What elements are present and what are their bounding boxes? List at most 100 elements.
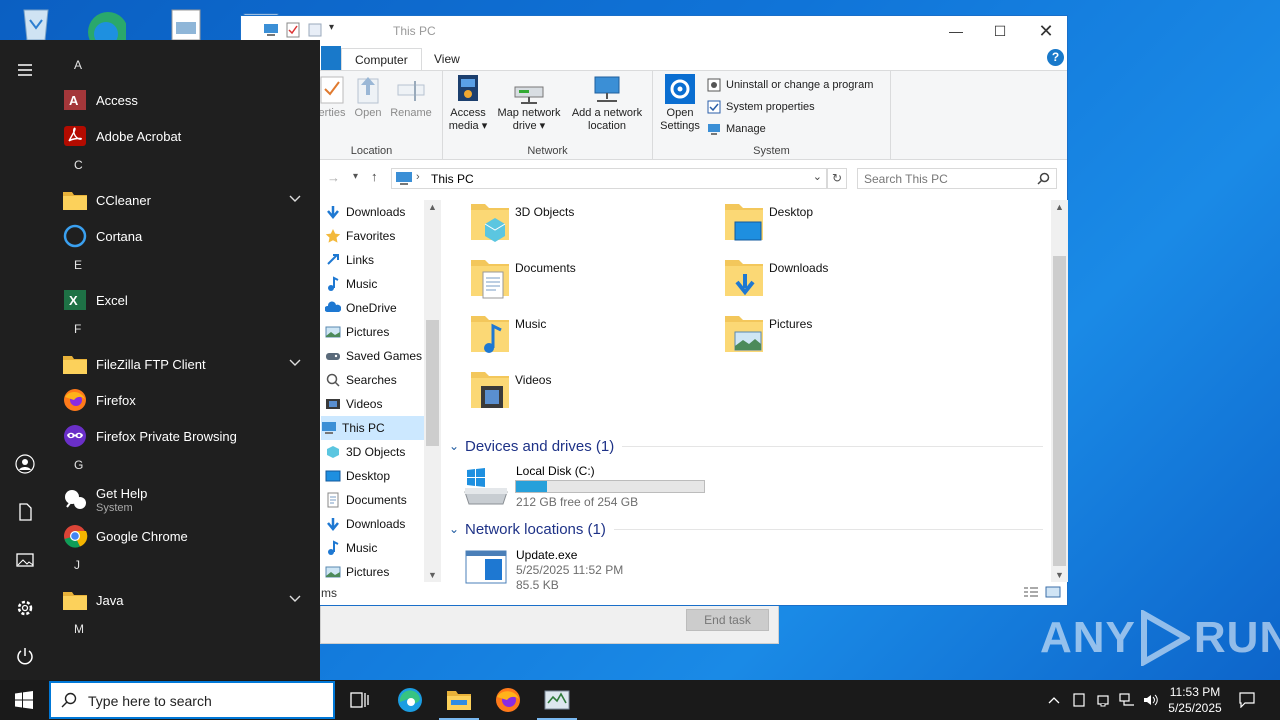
details-view-icon[interactable] [1023,586,1039,601]
letter-header-e[interactable]: E [74,258,82,272]
folder-pictures[interactable]: Pictures [723,312,963,364]
minimize-button[interactable]: — [933,16,979,46]
nav-item-music-2[interactable]: Music [321,536,425,560]
add-network-location-button[interactable]: Add a network location [567,73,647,133]
nav-scrollbar[interactable]: ▲ ▼ [424,200,441,582]
help-button[interactable]: ? [1047,49,1064,66]
address-bar[interactable]: › This PC ⌄ [391,168,827,189]
chevron-down-icon[interactable] [288,192,302,206]
image-file-desktop-icon[interactable] [170,6,210,41]
tray-meet-icon[interactable] [1092,680,1114,720]
recycle-bin-icon[interactable] [16,6,56,41]
action-center-button[interactable] [1234,680,1260,720]
recent-locations-button[interactable]: ▾ [353,171,358,182]
tab-file[interactable] [321,46,341,70]
chevron-down-icon[interactable] [288,356,302,370]
search-input[interactable]: Search This PC [857,168,1057,189]
volume-button[interactable] [1140,680,1162,720]
end-task-button[interactable]: End task [686,609,769,631]
start-app-access[interactable]: A Access [62,84,312,116]
taskbar-edge[interactable] [386,680,434,720]
taskbar-file-explorer[interactable] [435,680,483,720]
maximize-button[interactable]: ☐ [977,16,1023,46]
taskbar-firefox[interactable] [484,680,532,720]
nav-item-links[interactable]: Links [321,248,425,272]
nav-item-music[interactable]: Music [321,272,425,296]
tab-computer[interactable]: Computer [341,48,422,70]
settings-gear-icon[interactable] [15,598,35,618]
start-app-google-chrome[interactable]: Google Chrome [62,520,312,552]
scroll-up-arrow[interactable]: ▲ [1051,202,1068,212]
properties-icon[interactable] [285,22,301,38]
tab-view[interactable]: View [421,48,473,70]
power-icon[interactable] [15,646,35,666]
open-settings-button[interactable]: Open Settings [657,73,703,133]
nav-item-3d-objects[interactable]: 3D Objects [321,440,425,464]
task-view-button[interactable] [336,680,384,720]
nav-item-pictures[interactable]: Pictures [321,320,425,344]
customize-qat-icon[interactable]: ▾ [329,22,345,38]
nav-item-favorites[interactable]: Favorites [321,224,425,248]
folder-downloads[interactable]: Downloads [723,256,963,308]
drive-c[interactable]: Local Disk (C:) 212 GB free of 254 GB [463,462,763,512]
start-app-excel[interactable]: X Excel [62,284,312,316]
scroll-thumb[interactable] [1053,256,1066,566]
nav-item-this-pc[interactable]: This PC [321,416,425,440]
start-app-filezilla-ftp-client[interactable]: FileZilla FTP Client [62,348,312,380]
user-account-icon[interactable] [15,454,35,474]
letter-header-j[interactable]: J [74,558,80,572]
refresh-button[interactable]: ↻ [827,168,847,189]
start-button[interactable] [0,680,48,720]
devices-and-drives-header[interactable]: ⌄ Devices and drives (1) [449,436,1043,456]
letter-header-c[interactable]: C [74,158,83,172]
nav-item-videos[interactable]: Videos [321,392,425,416]
start-app-adobe-acrobat[interactable]: Adobe Acrobat [62,120,312,152]
rename-button[interactable]: Rename [389,73,433,120]
chevron-down-icon[interactable]: ⌄ [813,170,822,183]
taskbar-clock[interactable]: 11:53 PM 5/25/2025 [1160,684,1230,716]
network-locations-header[interactable]: ⌄ Network locations (1) [449,519,1043,539]
chevron-down-icon[interactable] [288,592,302,606]
content-scrollbar[interactable]: ▲ ▼ [1051,200,1068,582]
network-status-button[interactable] [1116,680,1138,720]
edge-desktop-icon[interactable] [86,6,128,52]
nav-item-pictures-2[interactable]: Pictures [321,560,425,582]
letter-header-g[interactable]: G [74,458,83,472]
pc-icon[interactable] [263,22,279,38]
nav-item-desktop[interactable]: Desktop [321,464,425,488]
hamburger-menu-icon[interactable] [15,60,35,80]
start-app-java[interactable]: Java [62,584,312,616]
nav-item-documents[interactable]: Documents [321,488,425,512]
start-app-ccleaner[interactable]: CCleaner [62,184,312,216]
folder-documents[interactable]: Documents [469,256,709,308]
taskbar-search-box[interactable]: Type here to search [49,681,335,719]
forward-button[interactable]: → [327,170,340,185]
up-button[interactable]: ↑ [371,169,378,184]
documents-icon[interactable] [15,502,35,522]
folder-desktop[interactable]: Desktop [723,200,963,252]
start-app-firefox-private-browsing[interactable]: Firefox Private Browsing [62,420,312,452]
folder-music[interactable]: Music [469,312,709,364]
nav-item-downloads[interactable]: Downloads [321,200,425,224]
folder-videos[interactable]: Videos [469,368,709,420]
pictures-icon[interactable] [15,550,35,570]
taskbar-task-manager[interactable] [533,680,581,720]
start-app-firefox[interactable]: Firefox [62,384,312,416]
scroll-thumb[interactable] [426,320,439,446]
letter-header-m[interactable]: M [74,622,84,636]
file-explorer-window[interactable]: ▾ This PC — ☐ ✕ Computer View ? erties O… [240,15,1068,606]
network-item-update-exe[interactable]: Update.exe 5/25/2025 11:52 PM 85.5 KB [463,546,763,596]
tray-app-icon[interactable] [1068,680,1090,720]
scroll-up-arrow[interactable]: ▲ [424,202,441,212]
show-hidden-icons-button[interactable] [1044,680,1064,720]
start-app-get-help[interactable]: Get Help System [62,484,312,516]
scroll-down-arrow[interactable]: ▼ [1051,570,1068,580]
letter-header-a[interactable]: A [74,58,82,72]
map-network-drive-button[interactable]: Map network drive ▾ [493,73,565,133]
close-button[interactable]: ✕ [1023,16,1069,46]
uninstall-program-button[interactable]: Uninstall or change a program [707,78,873,92]
properties-button[interactable]: erties [317,73,347,120]
nav-item-downloads-2[interactable]: Downloads [321,512,425,536]
start-app-cortana[interactable]: Cortana [62,220,312,252]
new-folder-icon[interactable] [307,22,323,38]
